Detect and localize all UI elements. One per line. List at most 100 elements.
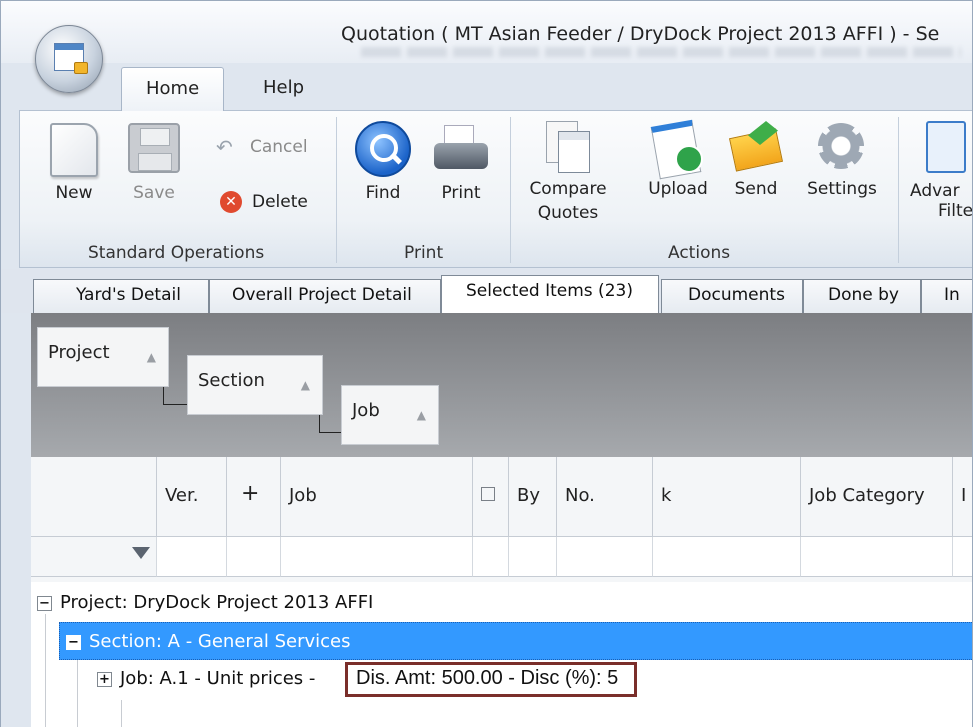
ribbon: New Save ↶ Cancel ✕ Delete Standard Operat…: [19, 110, 973, 268]
group-by-panel: Project ▲ Section ▲ Job ▲: [31, 313, 972, 457]
filter-job[interactable]: [281, 537, 473, 577]
floppy-disk-icon: [128, 123, 180, 173]
tab-more[interactable]: In: [921, 279, 972, 313]
job-group-row[interactable]: + Job: A.1 - Unit prices -: [97, 668, 315, 689]
tab-overall-project-detail[interactable]: Overall Project Detail: [209, 279, 441, 313]
quotation-window: Quotation ( MT Asian Feeder / DryDock Pr…: [0, 0, 973, 727]
filter-more[interactable]: [953, 537, 972, 577]
advanced-filter-button[interactable]: Advar Filte: [910, 121, 973, 223]
header-more[interactable]: I: [953, 457, 972, 537]
delete-label: Delete: [252, 192, 308, 212]
tab-documents[interactable]: Documents: [661, 279, 803, 313]
filter-note[interactable]: [473, 537, 509, 577]
magnifier-icon: [355, 121, 411, 177]
envelope-icon: [728, 119, 784, 175]
group-separator: [898, 117, 899, 263]
send-label: Send: [734, 179, 778, 199]
settings-label: Settings: [807, 179, 877, 199]
application-menu-button[interactable]: [35, 25, 103, 93]
new-button[interactable]: New: [46, 123, 102, 205]
filter-job-category[interactable]: [801, 537, 953, 577]
window-title: Quotation ( MT Asian Feeder / DryDock Pr…: [341, 23, 940, 45]
items-tree: − Project: DryDock Project 2013 AFFI − Sec…: [31, 582, 972, 727]
print-label: Print: [441, 183, 481, 203]
section-group-row[interactable]: − Section: A - General Services: [59, 622, 972, 660]
discount-annotation: Dis. Amt: 500.00 - Disc (%): 5: [345, 662, 638, 697]
title-bar: Quotation ( MT Asian Feeder / DryDock Pr…: [1, 1, 972, 63]
group-section-button[interactable]: Section ▲: [187, 355, 323, 415]
header-note[interactable]: [473, 457, 509, 537]
printer-icon: [432, 123, 490, 177]
print-button[interactable]: Print: [430, 123, 492, 205]
find-label: Find: [365, 183, 401, 203]
advanced-label-line2: Filte: [938, 201, 973, 221]
filter-version[interactable]: [157, 537, 227, 577]
note-icon: [481, 487, 495, 501]
group-separator: [336, 117, 337, 263]
header-job-category[interactable]: Job Category: [801, 457, 953, 537]
save-button[interactable]: Save: [124, 123, 184, 205]
collapse-icon[interactable]: −: [37, 595, 52, 611]
new-document-icon: [50, 123, 98, 177]
compare-quotes-button[interactable]: Compare Quotes: [520, 119, 616, 225]
delete-x-icon: ✕: [220, 191, 242, 213]
expand-icon[interactable]: +: [97, 671, 112, 687]
cancel-button[interactable]: ↶ Cancel: [216, 137, 308, 157]
project-row-text: Project: DryDock Project 2013 AFFI: [60, 592, 374, 613]
undo-arrow-icon: ↶: [216, 135, 233, 159]
group-connector: [163, 387, 187, 405]
print-group-label: Print: [404, 243, 444, 263]
upload-button[interactable]: Upload: [642, 119, 714, 201]
tab-yards-detail[interactable]: Yard's Detail: [33, 279, 209, 313]
sort-ascending-icon: ▲: [300, 378, 310, 392]
find-button[interactable]: Find: [352, 121, 414, 205]
send-button[interactable]: Send: [726, 119, 786, 201]
tab-selected-items[interactable]: Selected Items (23): [441, 275, 659, 313]
filter-row-indicator: [31, 537, 157, 577]
cancel-label: Cancel: [250, 137, 308, 157]
blurred-title-text: [361, 47, 961, 57]
group-connector: [319, 415, 341, 433]
filter-funnel-icon[interactable]: [132, 547, 150, 559]
settings-button[interactable]: Settings: [800, 119, 884, 201]
delete-button[interactable]: ✕ Delete: [220, 191, 308, 213]
gear-icon: [814, 119, 870, 175]
actions-group-label: Actions: [668, 243, 731, 263]
compare-documents-icon: [544, 119, 592, 175]
header-job[interactable]: Job: [281, 457, 473, 537]
group-separator: [510, 117, 511, 263]
header-number[interactable]: No.: [557, 457, 653, 537]
filter-k[interactable]: [653, 537, 801, 577]
filter-add[interactable]: [227, 537, 281, 577]
sort-ascending-icon: ▲: [416, 408, 426, 422]
compare-label-line1: Compare: [529, 179, 607, 199]
document-tabs-strip: Yard's Detail Overall Project Detail Sel…: [1, 269, 972, 313]
new-label: New: [55, 183, 93, 203]
group-section-label: Section: [198, 370, 265, 391]
header-k[interactable]: k: [653, 457, 801, 537]
tree-guide-line: [45, 614, 46, 727]
group-project-label: Project: [48, 342, 110, 363]
coins-icon: [74, 62, 88, 74]
collapse-icon[interactable]: −: [66, 634, 81, 650]
group-job-label: Job: [352, 400, 380, 421]
compare-label-line2: Quotes: [537, 203, 599, 223]
upload-label: Upload: [648, 179, 708, 199]
filter-by[interactable]: [509, 537, 557, 577]
tab-home[interactable]: Home: [121, 67, 225, 111]
filter-number[interactable]: [557, 537, 653, 577]
group-project-button[interactable]: Project ▲: [37, 327, 169, 387]
upload-icon: [651, 119, 705, 175]
tree-guide-line: [121, 700, 122, 727]
header-add[interactable]: +: [227, 457, 281, 537]
tab-help[interactable]: Help: [239, 67, 328, 111]
header-version[interactable]: Ver.: [157, 457, 227, 537]
standard-operations-group-label: Standard Operations: [88, 243, 265, 263]
save-label: Save: [133, 183, 175, 203]
group-job-button[interactable]: Job ▲: [341, 385, 439, 445]
tab-done-by[interactable]: Done by: [803, 279, 921, 313]
project-group-row[interactable]: − Project: DryDock Project 2013 AFFI: [37, 592, 373, 613]
job-row-text: Job: A.1 - Unit prices -: [120, 668, 316, 689]
sort-ascending-icon: ▲: [146, 350, 156, 364]
header-by[interactable]: By: [509, 457, 557, 537]
